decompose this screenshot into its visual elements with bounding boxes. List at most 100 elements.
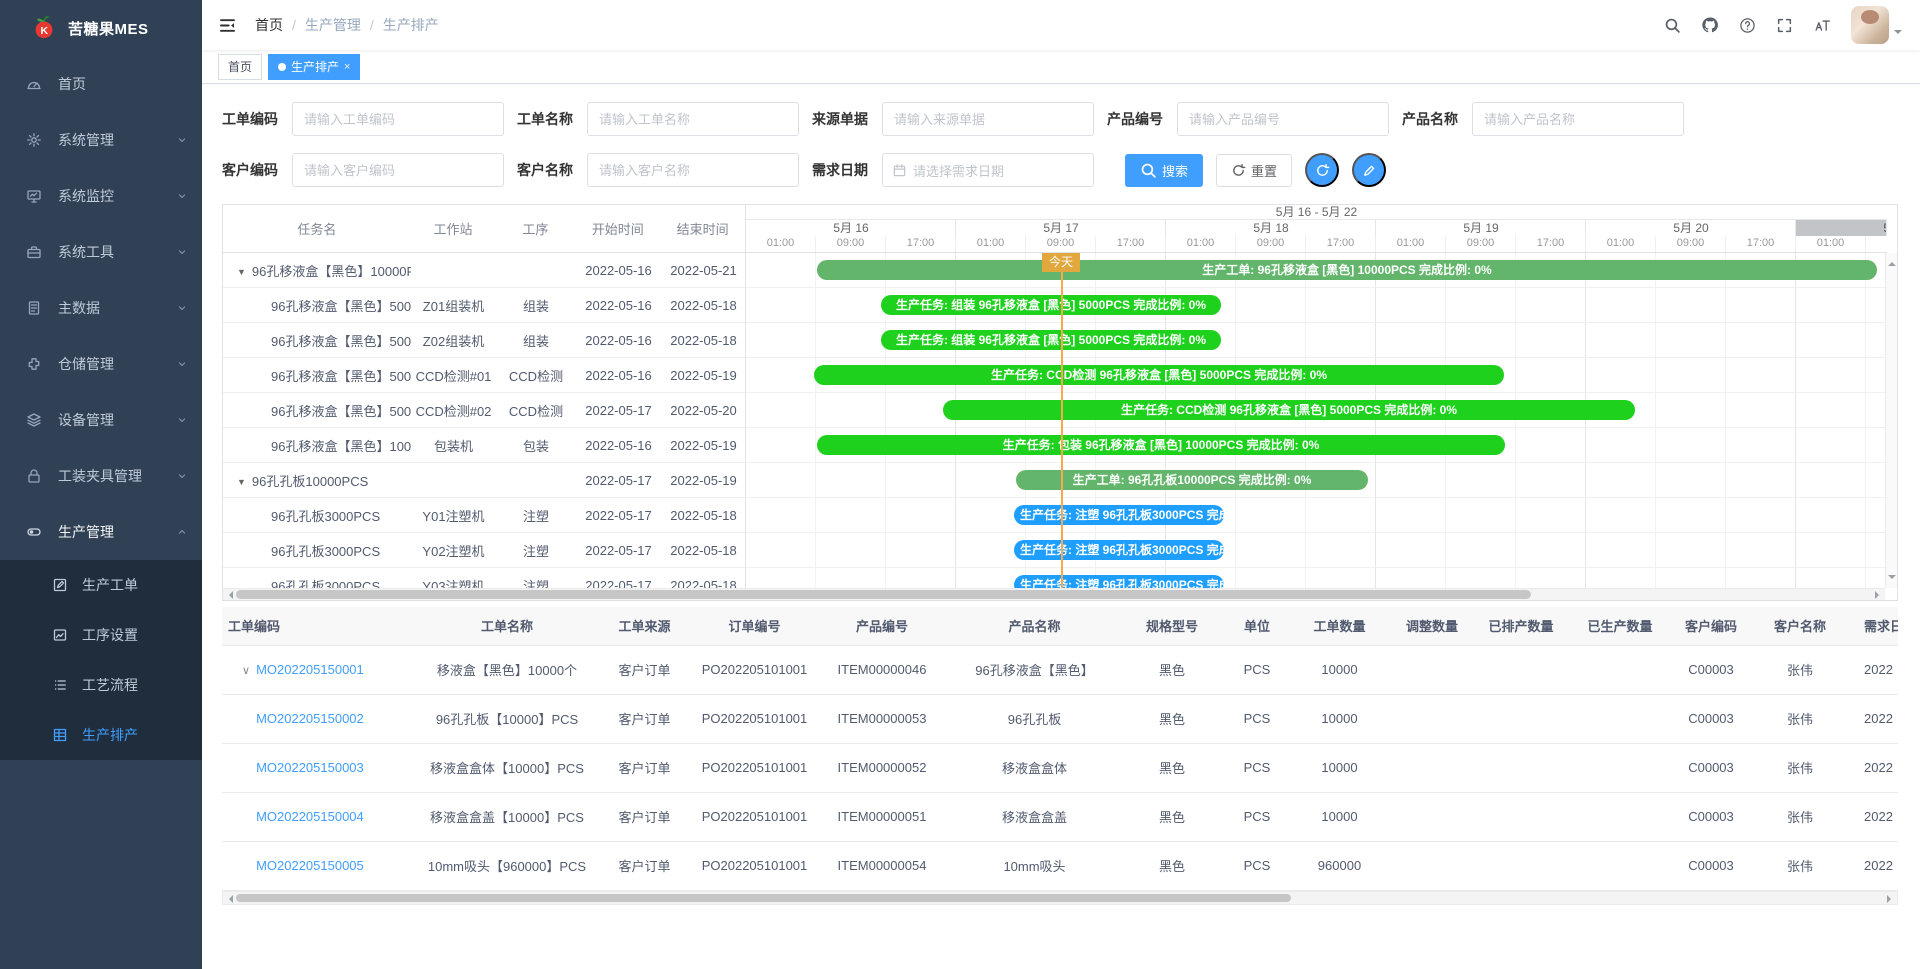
scroll-down-arrow-icon[interactable] bbox=[1888, 575, 1896, 583]
scroll-left-arrow-icon[interactable] bbox=[225, 591, 233, 599]
gantt-bar[interactable]: 生产任务: CCD检测 96孔移液盒 [黑色] 5000PCS 完成比例: 0% bbox=[814, 365, 1504, 385]
table-row[interactable]: ∨MO202205150004移液盒盒盖【10000】PCS客户订单PO2022… bbox=[222, 792, 1898, 841]
table-row[interactable]: ∨MO202205150003移液盒盒体【10000】PCS客户订单PO2022… bbox=[222, 743, 1898, 792]
gantt-chart-row: 生产任务: 注塑 96孔孔板3000PCS 完成比例: 0% bbox=[746, 498, 1887, 533]
sidebar-subitem-process-flow[interactable]: 工艺流程 bbox=[0, 660, 202, 710]
tab-label: 生产排产 bbox=[291, 58, 339, 75]
table-cell: PO202205101001 bbox=[697, 841, 812, 890]
gantt-task-row[interactable]: 96孔移液盒【黑色】5000PCSCCD检测#01CCD检测2022-05-16… bbox=[223, 358, 745, 393]
filter-input-客户编码[interactable] bbox=[292, 153, 504, 187]
gantt-bar[interactable]: 生产任务: 注塑 96孔孔板3000PCS 完成比例: 0% bbox=[1014, 540, 1224, 560]
gantt-bar[interactable]: 生产任务: 组装 96孔移液盒 [黑色] 5000PCS 完成比例: 0% bbox=[881, 295, 1221, 315]
gantt-chart-row: 生产任务: 组装 96孔移液盒 [黑色] 5000PCS 完成比例: 0% bbox=[746, 288, 1887, 323]
work-order-link[interactable]: MO202205150003 bbox=[256, 760, 364, 775]
sidebar-item-system-tools[interactable]: 系统工具 bbox=[0, 224, 202, 280]
sidebar-subitem-process-settings[interactable]: 工序设置 bbox=[0, 610, 202, 660]
chevron-down-icon bbox=[176, 246, 188, 258]
table-cell: 张伟 bbox=[1752, 645, 1848, 694]
reset-button[interactable]: 重置 bbox=[1216, 154, 1292, 187]
filter-input-来源单据[interactable] bbox=[882, 102, 1094, 136]
scroll-left-arrow-icon[interactable] bbox=[225, 895, 233, 903]
gantt-task-row[interactable]: 96孔移液盒【黑色】5000PCSZ02组装机组装2022-05-162022-… bbox=[223, 323, 745, 358]
github-icon[interactable] bbox=[1701, 16, 1719, 34]
gantt-vertical-scrollbar[interactable] bbox=[1885, 253, 1897, 588]
gantt-task-row[interactable]: 96孔孔板3000PCSY01注塑机注塑2022-05-172022-05-18 bbox=[223, 498, 745, 533]
sidebar-subitem-production-scheduling[interactable]: 生产排产 bbox=[0, 710, 202, 760]
gantt-bar[interactable]: 生产任务: 包装 96孔移液盒 [黑色] 10000PCS 完成比例: 0% bbox=[817, 435, 1505, 455]
search-button[interactable]: 搜索 bbox=[1125, 154, 1203, 187]
scroll-up-arrow-icon[interactable] bbox=[1888, 258, 1896, 266]
work-order-link[interactable]: MO202205150005 bbox=[256, 858, 364, 873]
tab-生产排产[interactable]: 生产排产 × bbox=[268, 54, 360, 80]
avatar[interactable] bbox=[1851, 6, 1889, 44]
gantt-task-row[interactable]: ▼96孔孔板10000PCS2022-05-172022-05-19 bbox=[223, 463, 745, 498]
sidebar-item-home[interactable]: 首页 bbox=[0, 56, 202, 112]
gantt-task-end: 2022-05-18 bbox=[661, 298, 745, 313]
sidebar-item-system-mgmt[interactable]: 系统管理 bbox=[0, 112, 202, 168]
gantt-task-row[interactable]: 96孔孔板3000PCSY02注塑机注塑2022-05-172022-05-18 bbox=[223, 533, 745, 568]
gantt-task-row[interactable]: 96孔孔板3000PCSY03注塑机注塑2022-05-172022-05-18 bbox=[223, 568, 745, 590]
gantt-bar[interactable]: 生产工单: 96孔移液盒 [黑色] 10000PCS 完成比例: 0% bbox=[817, 260, 1877, 280]
table-row[interactable]: ∨MO202205150001移液盒【黑色】10000个客户订单PO202205… bbox=[222, 645, 1898, 694]
filter-input-客户名称[interactable] bbox=[587, 153, 799, 187]
filter-input-工单名称[interactable] bbox=[587, 102, 799, 136]
sidebar-item-production-mgmt[interactable]: 生产管理 bbox=[0, 504, 202, 560]
demand-date-picker[interactable]: 请选择需求日期 bbox=[882, 153, 1094, 187]
filter-input-工单编码[interactable] bbox=[292, 102, 504, 136]
scroll-right-arrow-icon[interactable] bbox=[1875, 591, 1883, 599]
tree-expand-icon[interactable]: ▼ bbox=[237, 477, 246, 487]
sidebar-collapse-icon[interactable] bbox=[218, 16, 237, 35]
sidebar-item-fixture-mgmt[interactable]: 工装夹具管理 bbox=[0, 448, 202, 504]
table-cell: PCS bbox=[1227, 694, 1287, 743]
table-row[interactable]: ∨MO20220515000296孔孔板【10000】PCS客户订单PO2022… bbox=[222, 694, 1898, 743]
table-cell bbox=[1570, 645, 1670, 694]
tab-close-icon[interactable]: × bbox=[344, 61, 350, 73]
table-cell: 2022 bbox=[1848, 841, 1898, 890]
table-row[interactable]: ∨MO20220515000510mm吸头【960000】PCS客户订单PO20… bbox=[222, 841, 1898, 890]
row-expand-icon[interactable]: ∨ bbox=[242, 665, 250, 677]
gantt-task-row[interactable]: ▼96孔移液盒【黑色】10000PCS2022-05-162022-05-21 bbox=[223, 253, 745, 288]
table-cell: 2022 bbox=[1848, 694, 1898, 743]
filter-input-产品编号[interactable] bbox=[1177, 102, 1389, 136]
gantt-bar[interactable]: 生产任务: 注塑 96孔孔板3000PCS 完成比例: 0% bbox=[1014, 505, 1224, 525]
gantt-bar[interactable]: 生产工单: 96孔孔板10000PCS 完成比例: 0% bbox=[1016, 470, 1368, 490]
sidebar-subitem-production-order[interactable]: 生产工单 bbox=[0, 560, 202, 610]
gantt-task-row[interactable]: 96孔移液盒【黑色】10000PCS包装机包装2022-05-162022-05… bbox=[223, 428, 745, 463]
work-order-link[interactable]: MO202205150002 bbox=[256, 711, 364, 726]
font-size-icon[interactable] bbox=[1813, 16, 1831, 34]
tree-expand-icon[interactable]: ▼ bbox=[237, 267, 246, 277]
table-scrollbar-thumb[interactable] bbox=[236, 894, 1291, 902]
table-cell: ITEM00000054 bbox=[812, 841, 952, 890]
filter-input-产品名称[interactable] bbox=[1472, 102, 1684, 136]
sidebar-item-warehouse-mgmt[interactable]: 仓储管理 bbox=[0, 336, 202, 392]
search-icon[interactable] bbox=[1664, 17, 1681, 34]
work-order-link[interactable]: MO202205150001 bbox=[256, 662, 364, 677]
tab-首页[interactable]: 首页 bbox=[218, 54, 262, 80]
gantt-task-station: CCD检测#01 bbox=[411, 366, 496, 385]
user-menu[interactable] bbox=[1851, 6, 1902, 44]
fullscreen-icon[interactable] bbox=[1776, 17, 1793, 34]
gantt-horizontal-scrollbar[interactable] bbox=[223, 588, 1885, 600]
sidebar-item-equipment-mgmt[interactable]: 设备管理 bbox=[0, 392, 202, 448]
scroll-right-arrow-icon[interactable] bbox=[1887, 895, 1895, 903]
gantt-scrollbar-thumb[interactable] bbox=[236, 590, 1531, 599]
filter-group: 需求日期请选择需求日期 bbox=[812, 153, 1107, 187]
help-icon[interactable] bbox=[1739, 17, 1756, 34]
edit-circle-button[interactable] bbox=[1352, 153, 1386, 187]
filter-group: 产品编号 bbox=[1107, 102, 1402, 136]
table-horizontal-scrollbar[interactable] bbox=[222, 891, 1898, 905]
refresh-circle-button[interactable] bbox=[1305, 153, 1339, 187]
gantt-task-name: 96孔孔板3000PCS bbox=[223, 541, 411, 560]
breadcrumb-item[interactable]: 生产排产 bbox=[383, 15, 439, 35]
gantt-bar[interactable]: 生产任务: CCD检测 96孔移液盒 [黑色] 5000PCS 完成比例: 0% bbox=[943, 400, 1635, 420]
table-cell: ∨MO202205150005 bbox=[222, 841, 422, 890]
table-cell: 张伟 bbox=[1752, 694, 1848, 743]
sidebar-item-system-monitor[interactable]: 系统监控 bbox=[0, 168, 202, 224]
gantt-task-row[interactable]: 96孔移液盒【黑色】5000PCSCCD检测#02CCD检测2022-05-17… bbox=[223, 393, 745, 428]
gantt-bar[interactable]: 生产任务: 组装 96孔移液盒 [黑色] 5000PCS 完成比例: 0% bbox=[881, 330, 1221, 350]
sidebar-item-master-data[interactable]: 主数据 bbox=[0, 280, 202, 336]
gantt-task-row[interactable]: 96孔移液盒【黑色】5000PCSZ01组装机组装2022-05-162022-… bbox=[223, 288, 745, 323]
breadcrumb-item[interactable]: 生产管理 bbox=[305, 15, 361, 35]
table-cell: 张伟 bbox=[1752, 841, 1848, 890]
work-order-link[interactable]: MO202205150004 bbox=[256, 809, 364, 824]
